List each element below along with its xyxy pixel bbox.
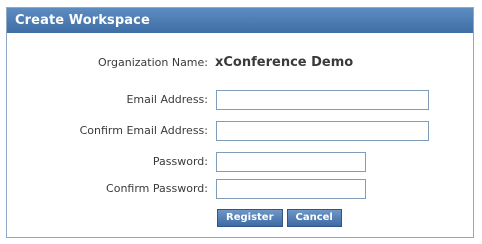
confirm-email-field[interactable] — [216, 121, 429, 141]
register-button[interactable]: Register — [217, 209, 283, 227]
form-actions: Register Cancel — [217, 209, 346, 228]
password-label: Password: — [152, 155, 208, 168]
email-field[interactable] — [216, 90, 429, 110]
confirm-password-row: Confirm Password: — [7, 177, 473, 201]
confirm-email-row: Confirm Email Address: — [7, 119, 473, 143]
confirm-password-field[interactable] — [216, 179, 366, 199]
email-row: Email Address: — [7, 88, 473, 112]
cancel-button[interactable]: Cancel — [286, 209, 342, 227]
create-workspace-dialog: Create Workspace Organization Name: xCon… — [6, 7, 474, 238]
password-row: Password: — [7, 150, 473, 174]
confirm-email-label: Confirm Email Address: — [79, 124, 208, 137]
dialog-title: Create Workspace — [7, 8, 473, 33]
email-label: Email Address: — [126, 93, 208, 106]
organization-label: Organization Name: — [98, 56, 208, 69]
organization-row: Organization Name: xConference Demo — [7, 51, 473, 75]
organization-value: xConference Demo — [215, 55, 354, 70]
confirm-password-label: Confirm Password: — [106, 182, 208, 195]
password-field[interactable] — [216, 152, 366, 172]
